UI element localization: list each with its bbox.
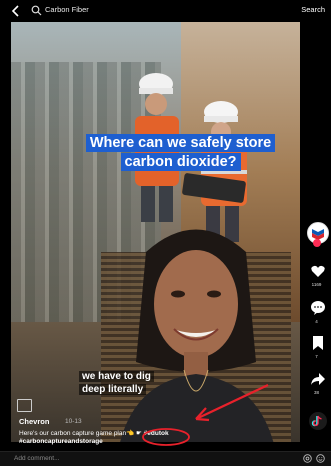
description-text: Here's our carbon capture game plan👈 ☛: [19, 430, 142, 437]
video-player[interactable]: Where can we safely store carbon dioxide…: [11, 22, 300, 442]
post-description: Here's our carbon capture game plan👈 ☛ #…: [19, 429, 169, 437]
video-caption-question: Where can we safely store carbon dioxide…: [84, 134, 277, 172]
hashtag-link[interactable]: #edutok: [144, 430, 169, 437]
search-icon: [31, 5, 42, 16]
search-input[interactable]: Carbon Fiber: [45, 5, 89, 14]
comment-bar: Add comment...: [0, 451, 331, 466]
emoji-icon[interactable]: [316, 454, 325, 463]
action-rail: [302, 0, 331, 465]
top-search-bar: Carbon Fiber Search: [0, 0, 331, 22]
video-caption-subtitle: we have to dig deep literally: [79, 370, 169, 396]
expand-icon[interactable]: [17, 399, 32, 412]
hashtag-link[interactable]: #carboncaptureandstorage: [19, 438, 103, 445]
search-button[interactable]: Search: [301, 5, 325, 14]
back-arrow-icon[interactable]: [10, 4, 22, 18]
presenter-figure: [120, 229, 274, 442]
comment-input[interactable]: Add comment...: [14, 455, 60, 462]
author-name[interactable]: Chevron: [19, 417, 49, 426]
post-date: 10-13: [65, 418, 82, 425]
mention-icon[interactable]: [303, 454, 312, 463]
